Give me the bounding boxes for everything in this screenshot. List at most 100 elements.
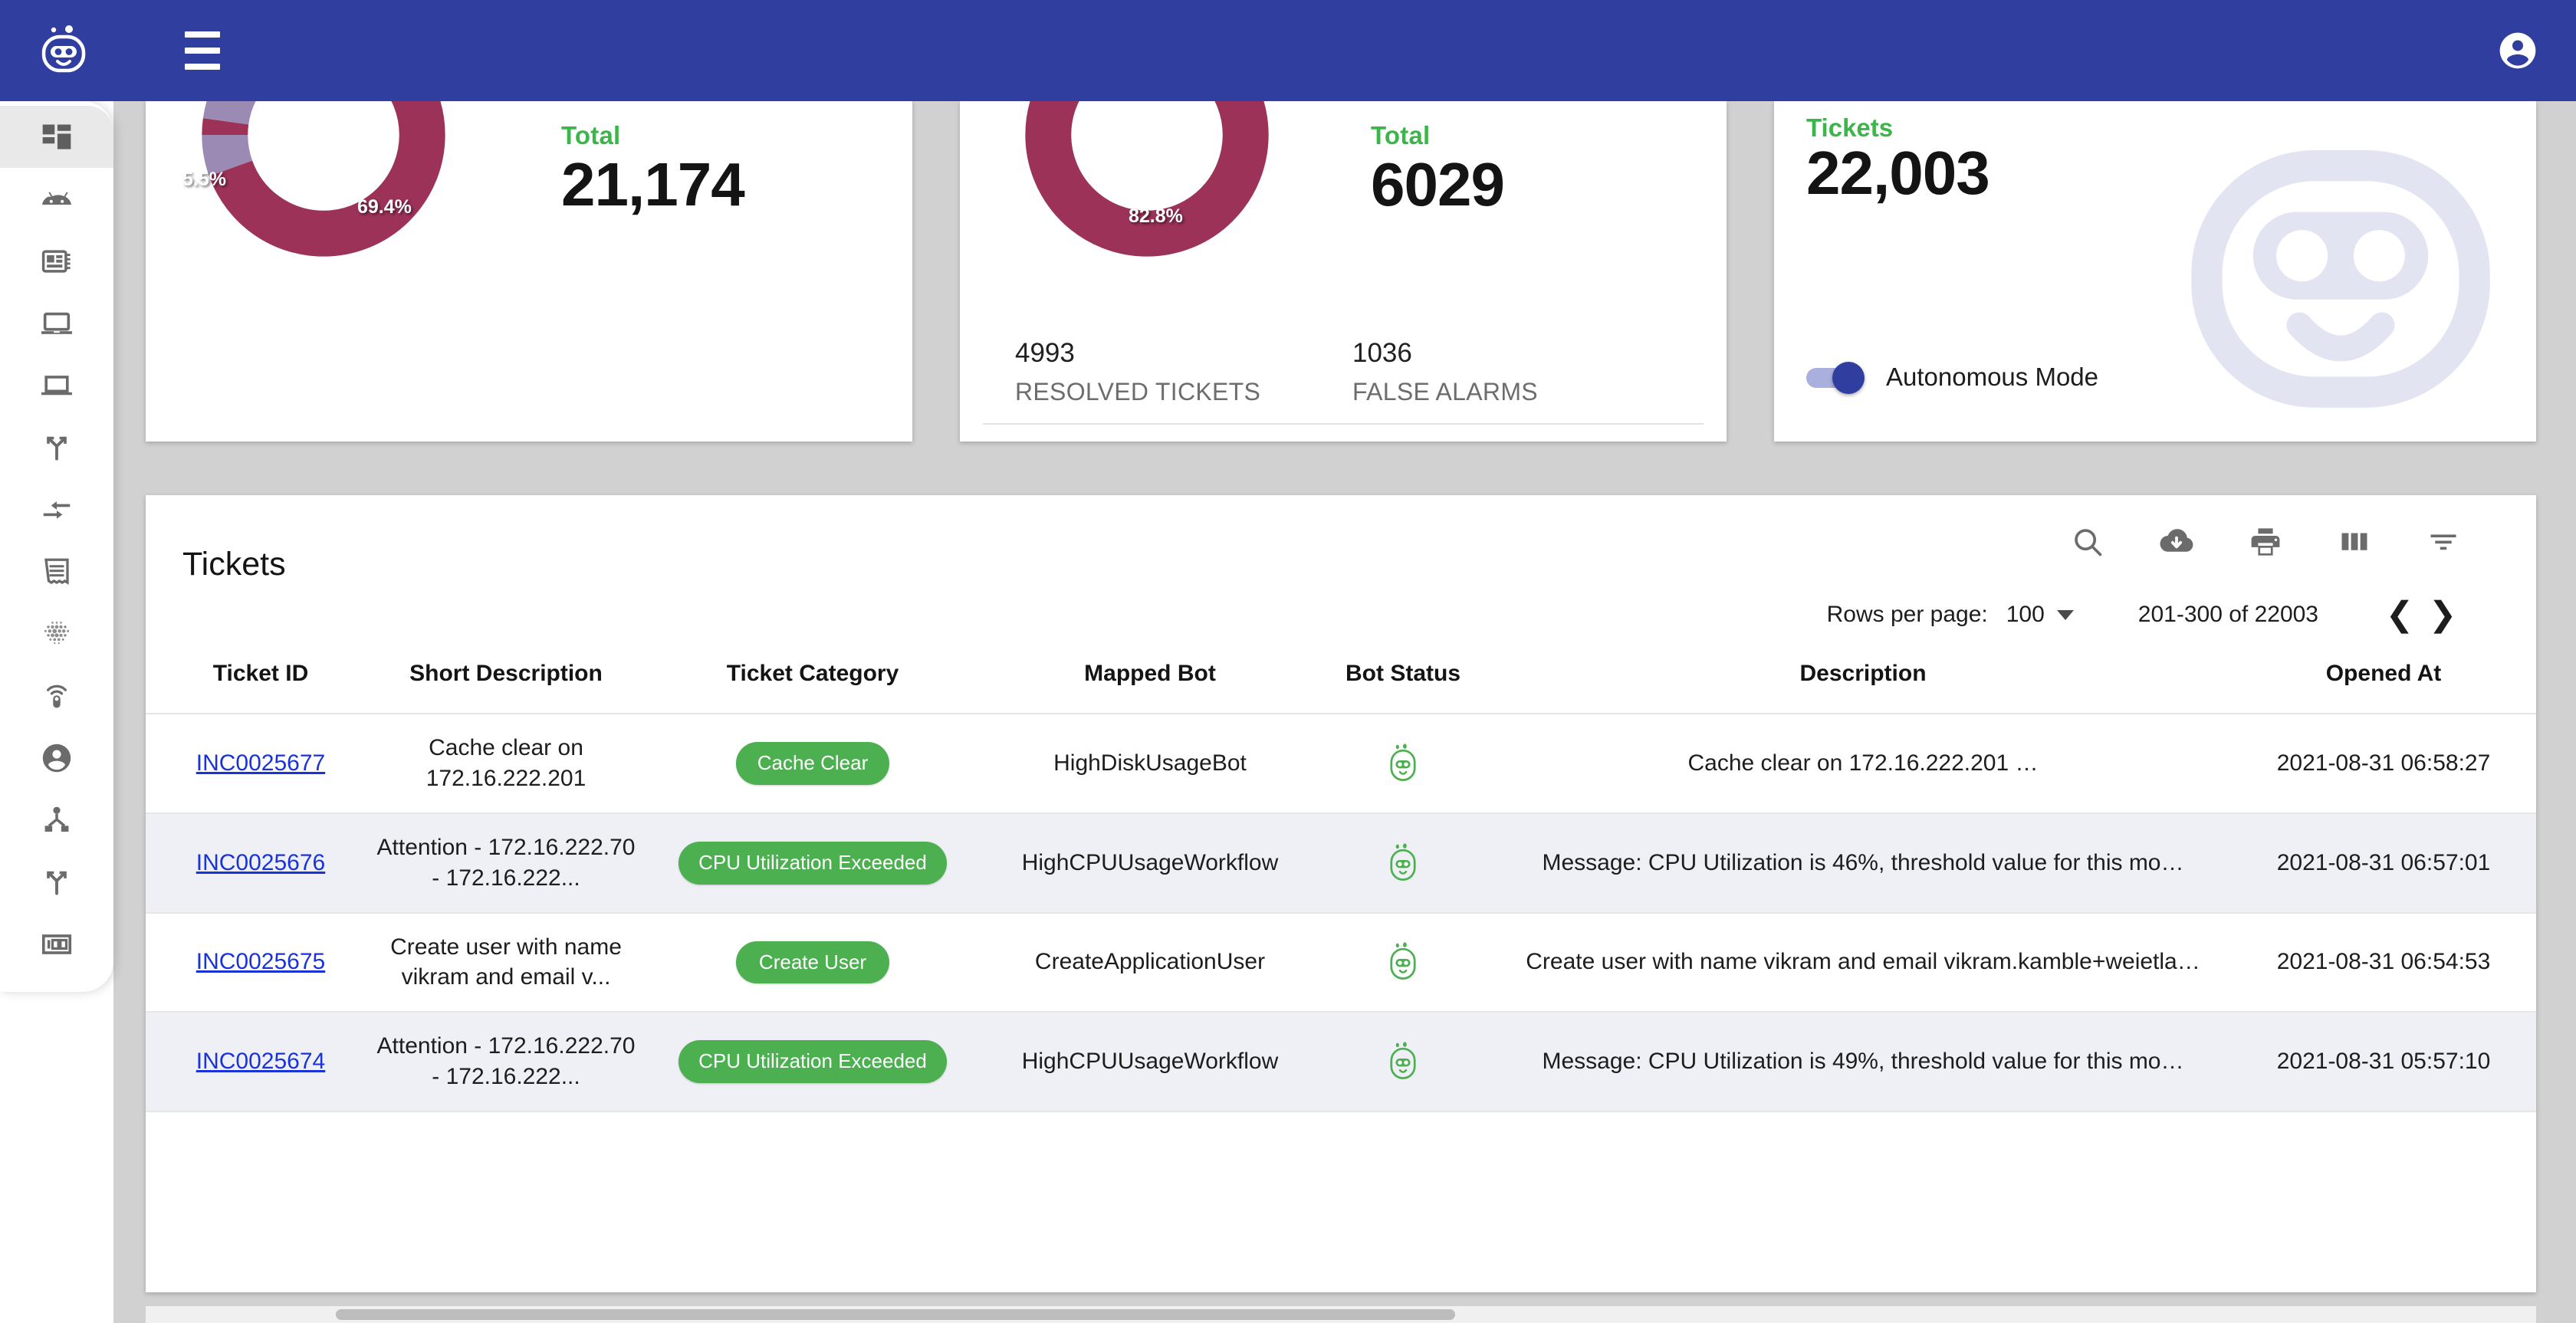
scrollbar-thumb[interactable] xyxy=(336,1309,1455,1320)
table-row[interactable]: INC0025676 Attention - 172.16.222.70 - 1… xyxy=(146,813,2536,914)
bot-logo-icon[interactable] xyxy=(37,24,90,77)
columns-button[interactable] xyxy=(2334,521,2375,563)
column-header-short-desc[interactable]: Short Description xyxy=(376,639,636,714)
sidebar-item-laptop[interactable] xyxy=(0,292,113,354)
cell-ticket-id: INC0025674 xyxy=(146,1012,376,1113)
cell-mapped-bot: CreateApplicationUser xyxy=(989,912,1311,1013)
cloud-download-icon xyxy=(2160,529,2193,552)
sidebar-item-counter[interactable] xyxy=(0,913,113,975)
bot-status-icon xyxy=(1390,744,1416,781)
stat-cards-row: 5.5% 69.4% Total 21,174 82.8% Total 6029… xyxy=(146,101,2536,442)
column-header-mapped-bot[interactable]: Mapped Bot xyxy=(989,639,1311,714)
filter-button[interactable] xyxy=(2423,521,2464,563)
tickets-table-card: Tickets Rows per page: 100 201-300 of 22… xyxy=(146,495,2536,1292)
receipt-icon xyxy=(44,558,69,585)
page-title: Tickets xyxy=(182,546,286,583)
cell-description: Create user with name vikram and email v… xyxy=(1495,912,2231,1013)
view-columns-icon xyxy=(2341,533,2367,550)
resolved-tickets-card: 82.8% Total 6029 4993 RESOLVED TICKETS 1… xyxy=(960,101,1727,442)
chip-board-icon xyxy=(41,249,71,273)
chevron-down-icon xyxy=(2056,609,2074,620)
table-toolbar xyxy=(2067,521,2464,563)
sidebar-item-account[interactable] xyxy=(0,727,113,789)
cell-opened-at: 2021-08-31 06:54:53 xyxy=(2231,912,2536,1013)
call-split-icon xyxy=(47,871,67,895)
cell-description: Cache clear on 172.16.222.201 … xyxy=(1495,714,2231,814)
ticket-id-link[interactable]: INC0025676 xyxy=(196,850,325,875)
rows-per-page-select[interactable]: 100 xyxy=(2006,602,2074,628)
false-alarms-count: 1036 xyxy=(1352,338,1412,368)
filter-icon xyxy=(2430,534,2456,550)
toggle-knob xyxy=(1832,362,1865,394)
autonomous-mode-toggle[interactable]: Autonomous Mode xyxy=(1806,362,2098,394)
resolved-label: RESOLVED TICKETS xyxy=(1015,378,1261,405)
sidebar-item-sensors[interactable] xyxy=(0,665,113,727)
total-a-block: Total 21,174 xyxy=(561,121,745,219)
sidebar-item-workflows[interactable] xyxy=(0,416,113,478)
cell-bot-status xyxy=(1311,1012,1495,1113)
merge-branch-icon xyxy=(47,436,67,461)
hierarchy-icon xyxy=(44,806,69,832)
column-header-description[interactable]: Description xyxy=(1495,639,2231,714)
donut-b-svg xyxy=(1025,101,1269,257)
ticket-id-link[interactable]: INC0025677 xyxy=(196,750,325,776)
column-header-bot-status[interactable]: Bot Status xyxy=(1311,639,1495,714)
sub-stat-false-alarms: 1036 FALSE ALARMS xyxy=(1352,338,1690,406)
cell-opened-at: 2021-08-31 05:57:10 xyxy=(2231,1012,2536,1113)
dot-grid-icon xyxy=(44,621,70,644)
sidebar-item-android[interactable] xyxy=(0,168,113,230)
column-header-ticket-id[interactable]: Ticket ID xyxy=(146,639,376,714)
toggle-switch[interactable] xyxy=(1806,362,1866,394)
card-b-divider xyxy=(983,423,1704,425)
column-header-category[interactable]: Ticket Category xyxy=(636,639,989,714)
cell-short-description: Attention - 172.16.222.70 - 172.16.222..… xyxy=(376,1012,636,1113)
sidebar-item-split[interactable] xyxy=(0,851,113,913)
account-circle-icon[interactable] xyxy=(2496,29,2539,72)
sidebar-item-grid[interactable] xyxy=(0,602,113,665)
sidebar-item-laptop-alt[interactable] xyxy=(0,354,113,416)
download-button[interactable] xyxy=(2156,521,2197,563)
sidebar-item-devices[interactable] xyxy=(0,230,113,292)
hamburger-menu-icon[interactable] xyxy=(175,23,230,78)
sidebar-item-hierarchy[interactable] xyxy=(0,789,113,851)
cell-bot-status xyxy=(1311,714,1495,814)
sidebar-item-dashboard[interactable] xyxy=(0,106,113,168)
total-b-value: 6029 xyxy=(1371,150,1505,218)
resolved-count: 4993 xyxy=(1015,338,1075,368)
category-chip[interactable]: Create User xyxy=(736,941,889,984)
print-button[interactable] xyxy=(2245,521,2286,563)
cell-ticket-id: INC0025676 xyxy=(146,813,376,914)
ticket-id-link[interactable]: INC0025675 xyxy=(196,949,325,974)
pagination-range: 201-300 of 22003 xyxy=(2137,602,2318,627)
bot-status-icon xyxy=(1390,843,1416,881)
cell-description: Message: CPU Utilization is 49%, thresho… xyxy=(1495,1012,2231,1113)
top-app-bar xyxy=(0,0,2576,101)
table-head: Ticket ID Short Description Ticket Categ… xyxy=(146,639,2536,714)
table-row[interactable]: INC0025677 Cache clear on 172.16.222.201… xyxy=(146,714,2536,814)
rows-per-page-value: 100 xyxy=(2006,602,2045,627)
donut-a-svg xyxy=(202,101,445,257)
category-chip[interactable]: CPU Utilization Exceeded xyxy=(678,841,947,885)
table-row[interactable]: INC0025674 Attention - 172.16.222.70 - 1… xyxy=(146,1012,2536,1113)
dashboard-icon xyxy=(42,124,71,149)
search-button[interactable] xyxy=(2067,521,2108,563)
sidebar-item-compare[interactable] xyxy=(0,478,113,540)
next-page-button[interactable]: ❯ xyxy=(2421,593,2464,636)
category-chip[interactable]: Cache Clear xyxy=(736,741,889,785)
android-icon xyxy=(42,191,71,205)
sidebar-item-receipts[interactable] xyxy=(0,540,113,602)
tickets-card-value: 22,003 xyxy=(1806,139,1990,207)
ticket-id-link[interactable]: INC0025674 xyxy=(196,1049,325,1074)
cell-category: CPU Utilization Exceeded xyxy=(636,813,989,914)
column-header-opened-at[interactable]: Opened At xyxy=(2231,639,2536,714)
category-chip[interactable]: CPU Utilization Exceeded xyxy=(678,1040,947,1084)
prev-page-button[interactable]: ❮ xyxy=(2378,593,2421,636)
laptop-alt-icon xyxy=(41,375,72,395)
left-sidebar xyxy=(0,101,113,992)
sub-stats: 4993 RESOLVED TICKETS 1036 FALSE ALARMS xyxy=(1015,338,1690,406)
donut-b-label-1: 82.8% xyxy=(1129,205,1183,227)
table-body: INC0025677 Cache clear on 172.16.222.201… xyxy=(146,714,2536,1113)
table-row[interactable]: INC0025675 Create user with name vikram … xyxy=(146,912,2536,1013)
horizontal-scrollbar[interactable] xyxy=(146,1306,2536,1323)
table-header-row: Ticket ID Short Description Ticket Categ… xyxy=(146,639,2536,714)
